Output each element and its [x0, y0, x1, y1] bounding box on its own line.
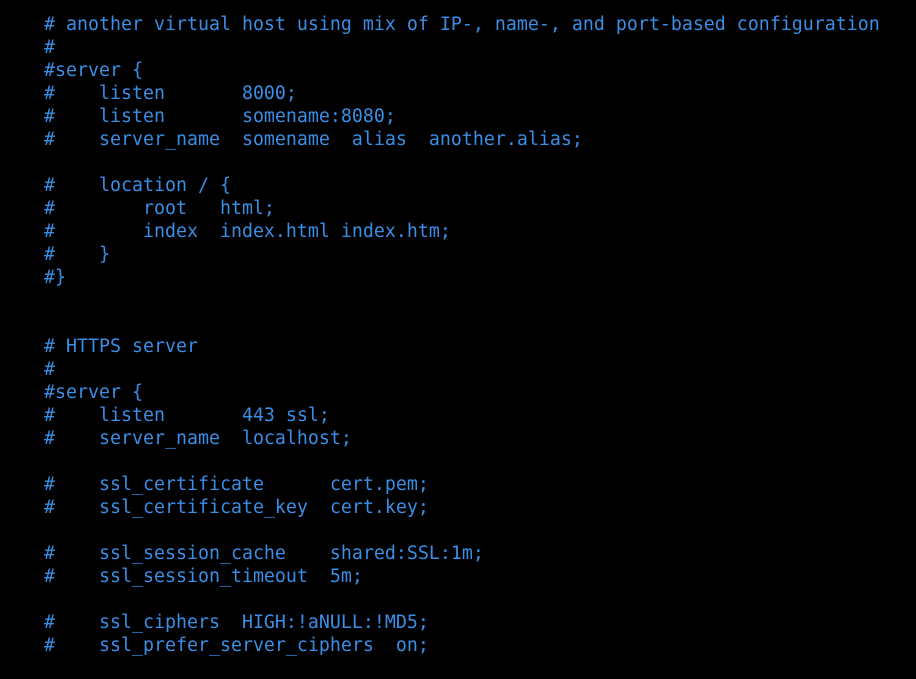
terminal-output[interactable]: # another virtual host using mix of IP-,… [44, 13, 880, 657]
terminal-line: # listen somename:8080; [44, 106, 396, 127]
terminal-line: # [44, 359, 55, 380]
terminal-line: # root html; [44, 198, 275, 219]
terminal-line: # ssl_session_cache shared:SSL:1m; [44, 543, 484, 564]
terminal-line: # [44, 37, 55, 58]
terminal-line: #server { [44, 382, 143, 403]
terminal-line: # index index.html index.htm; [44, 221, 451, 242]
terminal-line: # ssl_certificate cert.pem; [44, 474, 429, 495]
terminal-line: # ssl_session_timeout 5m; [44, 566, 363, 587]
terminal-line: # listen 443 ssl; [44, 405, 330, 426]
terminal-line: # location / { [44, 175, 231, 196]
terminal-line: # } [44, 244, 110, 265]
terminal-line: # ssl_ciphers HIGH:!aNULL:!MD5; [44, 612, 429, 633]
terminal-line: # HTTPS server [44, 336, 198, 357]
terminal-line: # listen 8000; [44, 83, 297, 104]
terminal-line: # ssl_prefer_server_ciphers on; [44, 635, 429, 656]
terminal-line: # server_name localhost; [44, 428, 352, 449]
terminal-line: #server { [44, 60, 143, 81]
terminal-line: # ssl_certificate_key cert.key; [44, 497, 429, 518]
terminal-line: # server_name somename alias another.ali… [44, 129, 583, 150]
terminal-line: # another virtual host using mix of IP-,… [44, 14, 880, 35]
terminal-line: #} [44, 267, 66, 288]
